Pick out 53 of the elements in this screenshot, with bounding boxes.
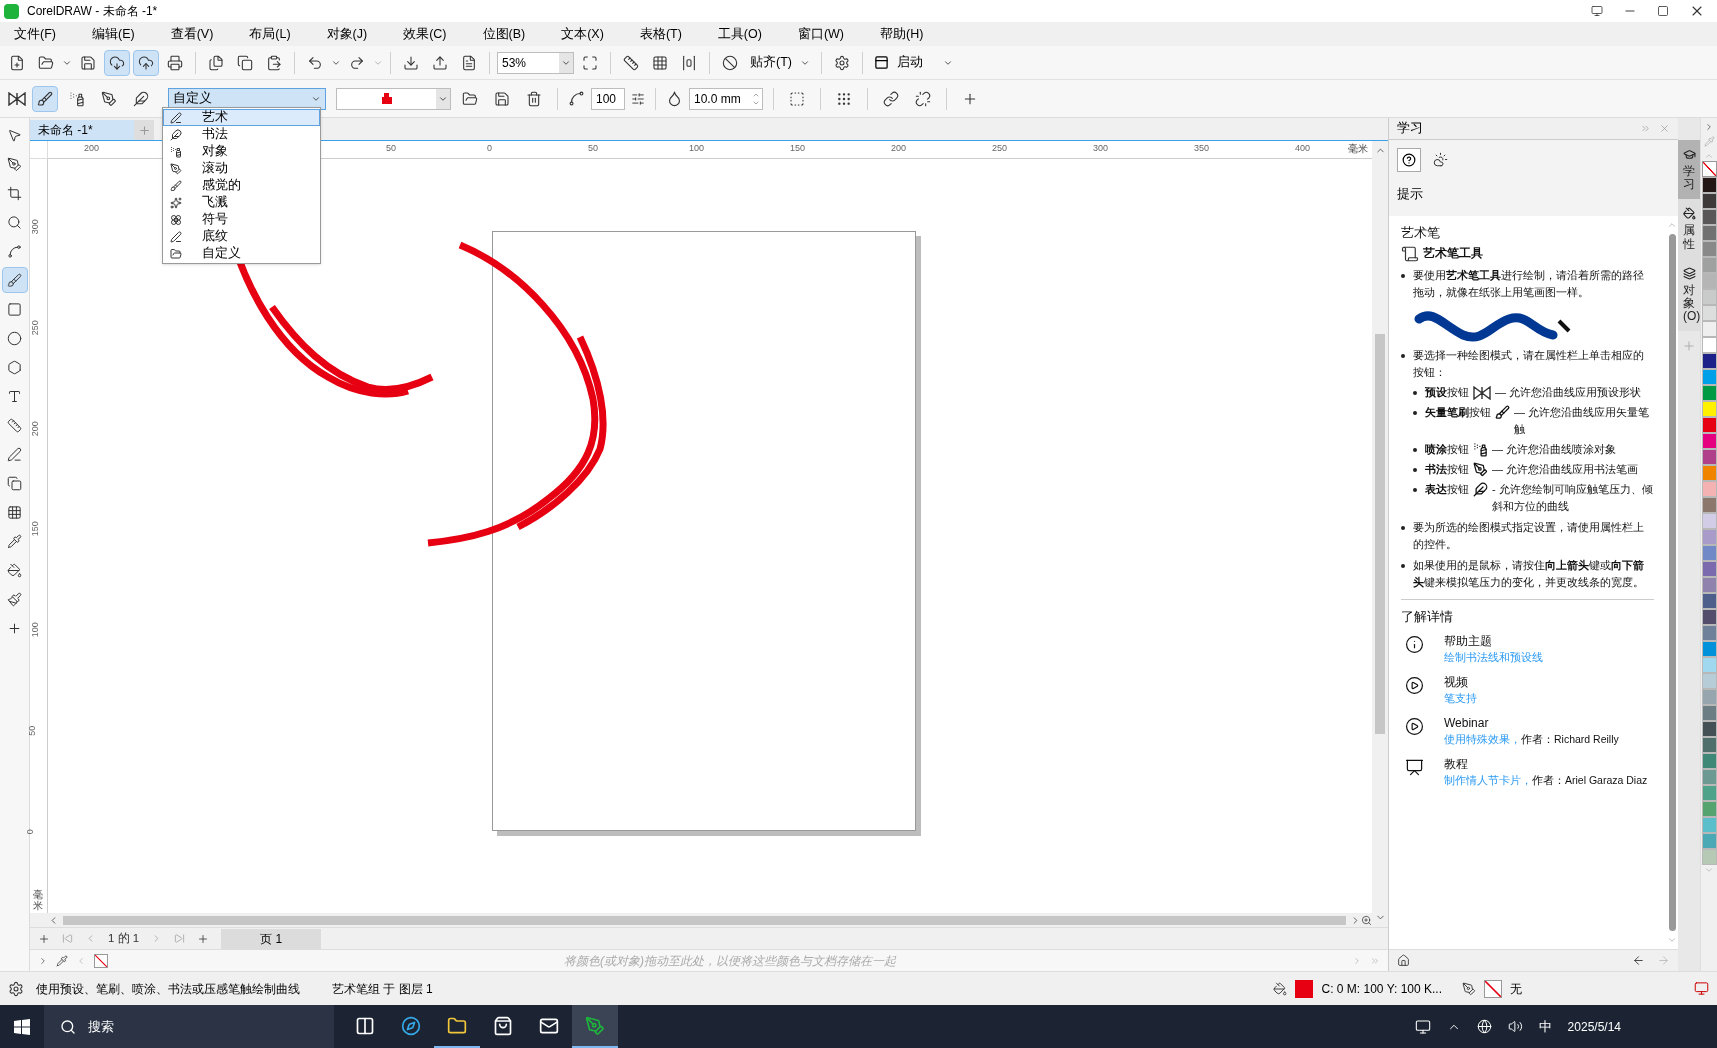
ruler-label: 150 <box>790 142 806 155</box>
ruler-label: 200 <box>28 420 41 436</box>
mode-description: — 允许您沿曲线喷涂对象 <box>1492 441 1618 457</box>
mode-label: 书法按钮 <box>1425 461 1469 477</box>
status-object: 艺术笔组 于 图层 1 <box>332 980 433 998</box>
ruler-label: 0 <box>487 142 492 155</box>
panel-title: 学习 <box>1397 120 1423 138</box>
mode-label: 矢量笔刷按钮 <box>1425 404 1491 420</box>
fill-values: C: 0 M: 100 Y: 100 K... <box>1321 980 1442 998</box>
resource-title: 视频 <box>1444 673 1469 691</box>
ruler-label: 350 <box>1194 142 1210 155</box>
resource-title: 帮助主题 <box>1444 632 1493 650</box>
hint-paragraph: 要为所选的绘图模式指定设置，请使用属性栏上的控件。 <box>1413 519 1645 552</box>
page-count: 1 的 1 <box>108 930 140 946</box>
resource-author: 作者：Richard Reilly <box>1521 732 1619 745</box>
ruler-label: 400 <box>1295 142 1311 155</box>
palette-hint: 将颜色(或对象)拖动至此处，以便将这些颜色与文档存储在一起 <box>563 952 898 970</box>
ruler-label: 0 <box>23 829 36 835</box>
resource-author: 作者：Ariel Garaza Diaz <box>1532 773 1648 786</box>
outline-value: 无 <box>1510 980 1522 998</box>
ruler-label: 150 <box>28 521 41 537</box>
ruler-label: 50 <box>588 142 598 155</box>
ruler-label: 100 <box>689 142 705 155</box>
ruler-label: 300 <box>1093 142 1109 155</box>
tool-title: 艺术笔工具 <box>1423 245 1483 262</box>
hint-paragraph: 如果使用的是鼠标，请按住向上箭头键或向下箭头键来模拟笔压力的变化，并更改线条的宽度。 <box>1413 557 1645 590</box>
topic-heading: 艺术笔 <box>1401 223 1441 241</box>
ruler-label: 300 <box>28 219 41 235</box>
resource-title: Webinar <box>1444 714 1490 732</box>
ruler-label: 200 <box>84 142 100 155</box>
mode-label: 表达按钮 <box>1425 481 1469 497</box>
mode-description: — 允许您沿曲线应用矢量笔触 <box>1514 404 1651 437</box>
ruler-unit: 毫米 <box>1348 143 1368 155</box>
ruler-label: 250 <box>992 142 1008 155</box>
ruler-label: 100 <box>28 622 41 638</box>
mode-label: 预设按钮 <box>1425 384 1469 400</box>
hint-paragraph: 要使用艺术笔工具进行绘制，请沿着所需的路径拖动，就像在纸张上用笔画图一样。 <box>1413 267 1645 300</box>
ruler-label: 200 <box>891 142 907 155</box>
mode-description: - 允许您绘制可响应触笔压力、倾斜和方位的曲线 <box>1492 481 1654 514</box>
resource-title: 教程 <box>1444 755 1469 773</box>
hint-paragraph: 要选择一种绘图模式，请在属性栏上单击相应的按钮： <box>1413 347 1645 380</box>
ruler-unit: 毫米 <box>33 889 43 911</box>
ruler-label: 50 <box>26 725 39 736</box>
taskbar-date: 2025/5/14 <box>1567 1018 1621 1036</box>
more-heading: 了解详情 <box>1401 607 1454 625</box>
status-hint: 使用预设、笔刷、喷涂、书法或压感笔触绘制曲线 <box>36 980 300 998</box>
ruler-label: 50 <box>386 142 396 155</box>
mode-description: — 允许您沿曲线应用书法笔画 <box>1492 461 1640 477</box>
section-label: 提示 <box>1397 185 1424 203</box>
window-title: CorelDRAW - 未命名 -1* <box>27 3 158 20</box>
ruler-label: 250 <box>28 320 41 336</box>
mode-label: 喷涂按钮 <box>1425 441 1469 457</box>
mode-description: — 允许您沿曲线应用预设形状 <box>1495 384 1643 400</box>
